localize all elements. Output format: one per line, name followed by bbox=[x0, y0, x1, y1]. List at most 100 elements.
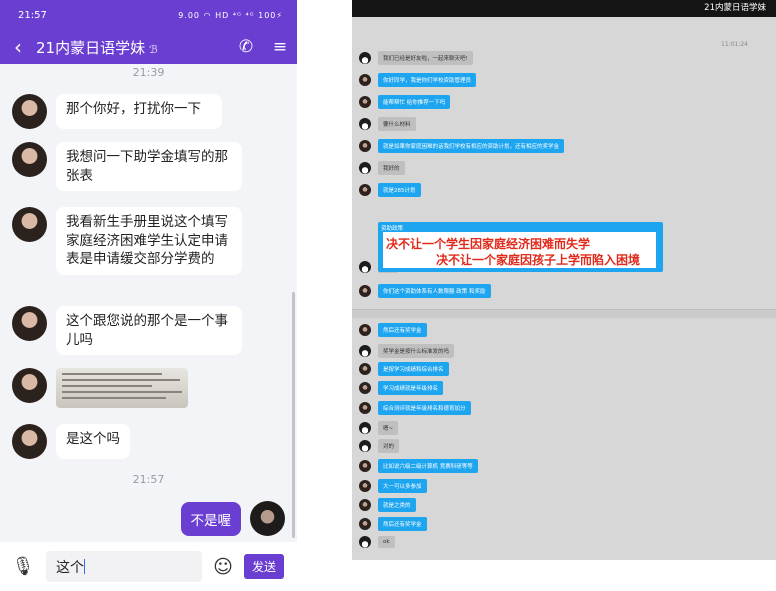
message-bubble[interactable]: 是这个吗 bbox=[56, 424, 130, 459]
contact-avatar-icon bbox=[359, 140, 371, 152]
contact-avatar-icon bbox=[359, 285, 371, 297]
contact-avatar-icon bbox=[359, 324, 371, 336]
message-bubble[interactable]: 这个跟您说的那个是一个事儿吗 bbox=[56, 306, 242, 355]
policy-message[interactable]: 资助政策 决不让一个学生因家庭经济困难而失学 决不让一个家庭因孩子上学而陷入困境 bbox=[378, 222, 663, 272]
qq-message-row: 你们这个资助体系有人数限额 政策 和奖励 bbox=[359, 284, 491, 298]
penguin-avatar-icon bbox=[359, 422, 371, 434]
qq-message-bubble[interactable]: 就是285计划 bbox=[378, 183, 421, 197]
qq-message-bubble[interactable]: 对的 bbox=[378, 439, 400, 453]
qq-message-row: ok bbox=[359, 536, 395, 548]
qq-message-bubble[interactable]: 我好的 bbox=[378, 161, 405, 175]
policy-line-1: 决不让一个学生因家庭经济困难而失学 bbox=[386, 237, 591, 251]
qq-message-row: 对的 bbox=[359, 439, 400, 453]
message-row: 那个你好，打扰你一下 bbox=[12, 94, 222, 129]
image-message[interactable] bbox=[56, 368, 188, 408]
phone-chat-screen: 21:57 9.00 ◠ HD ⁴ᴳ ⁴ᴳ 100⚡ ‹ 21内蒙日语学妹 ℬ ✆… bbox=[0, 0, 297, 591]
qq-message-row: 综合测评就是年级排名和德育加分 bbox=[359, 401, 471, 415]
status-time: 21:57 bbox=[18, 9, 47, 21]
qq-message-bubble[interactable]: 就是如果你家庭困难的话我们学校有相应的资助计划，还有相应的奖学金 bbox=[378, 139, 565, 153]
qq-message-bubble[interactable]: 要什么材料 bbox=[378, 117, 416, 131]
message-row: 是这个吗 bbox=[12, 424, 130, 459]
text-caret bbox=[84, 559, 85, 574]
screenshot-seam bbox=[352, 309, 776, 318]
qq-message-bubble[interactable]: 奖学金是按什么标准发的吗 bbox=[378, 344, 455, 358]
qq-message-row: 嗯~ bbox=[359, 421, 399, 435]
qq-chat-screenshot: 21内蒙日语学妹 11:01:24 我们已经是好友啦，一起来聊天吧! 你好同学，我… bbox=[352, 0, 776, 560]
contact-avatar-icon bbox=[359, 460, 371, 472]
qq-message-row: 你好同学，我是你们学校资助管理员 bbox=[359, 73, 477, 87]
qq-message-bubble[interactable]: 我们已经是好友啦，一起来聊天吧! bbox=[378, 51, 473, 65]
penguin-avatar-icon bbox=[359, 261, 371, 273]
qq-message-bubble[interactable]: 嗯~ bbox=[378, 421, 399, 435]
time-divider: 21:57 bbox=[132, 473, 165, 486]
screenshot-stage: 21:57 9.00 ◠ HD ⁴ᴳ ⁴ᴳ 100⚡ ‹ 21内蒙日语学妹 ℬ ✆… bbox=[0, 0, 776, 591]
phone-call-icon[interactable]: ✆ bbox=[229, 37, 263, 57]
contact-avatar[interactable] bbox=[12, 368, 47, 403]
message-row: 我看新生手册里说这个填写家庭经济困难学生认定申请表是申请缓交部分学费的 bbox=[12, 207, 242, 275]
contact-avatar[interactable] bbox=[12, 207, 47, 242]
qq-message-bubble[interactable]: 综合测评就是年级排名和德育加分 bbox=[378, 401, 471, 415]
qq-message-bubble[interactable]: 你好同学，我是你们学校资助管理员 bbox=[378, 73, 477, 87]
contact-avatar-icon bbox=[359, 518, 371, 530]
send-button[interactable]: 发送 bbox=[244, 554, 285, 579]
penguin-avatar-icon bbox=[359, 52, 371, 64]
qq-message-bubble[interactable]: 你们这个资助体系有人数限额 政策 和奖励 bbox=[378, 284, 491, 298]
status-bar: 21:57 9.00 ◠ HD ⁴ᴳ ⁴ᴳ 100⚡ bbox=[0, 0, 297, 30]
my-avatar[interactable] bbox=[250, 501, 285, 536]
penguin-avatar-icon bbox=[359, 536, 371, 548]
emoji-icon[interactable]: ☺ bbox=[202, 556, 244, 578]
qq-title-bar: 21内蒙日语学妹 bbox=[352, 0, 776, 17]
qq-message-row: 学习成绩就是年级排名 bbox=[359, 381, 444, 395]
time-divider: 21:39 bbox=[132, 66, 165, 79]
message-bubble[interactable]: 我想问一下助学金填写的那张表 bbox=[56, 142, 242, 191]
qq-message-row: 我们已经是好友啦，一起来聊天吧! bbox=[359, 51, 473, 65]
contact-avatar-icon bbox=[359, 480, 371, 492]
contact-avatar-icon bbox=[359, 184, 371, 196]
contact-avatar[interactable] bbox=[12, 306, 47, 341]
microphone-icon[interactable]: 🎙 bbox=[0, 556, 46, 577]
penguin-avatar-icon bbox=[359, 118, 371, 130]
contact-avatar[interactable] bbox=[12, 94, 47, 129]
contact-avatar[interactable] bbox=[12, 424, 47, 459]
qq-message-bubble[interactable]: ok bbox=[378, 536, 395, 548]
qq-message-bubble[interactable]: 然后还有奖学金 bbox=[378, 517, 427, 531]
qq-message-row: 然后还有奖学金 bbox=[359, 517, 427, 531]
back-icon[interactable]: ‹ bbox=[0, 30, 36, 64]
penguin-avatar-icon bbox=[359, 345, 371, 357]
qq-message-bubble[interactable]: 是按学习成绩和综合排名 bbox=[378, 362, 449, 376]
message-list[interactable]: 21:39 那个你好，打扰你一下 我想问一下助学金填写的那张表 我看新生手册里说… bbox=[0, 64, 297, 542]
scrollbar[interactable] bbox=[292, 292, 295, 538]
outgoing-bubble[interactable]: 不是喔 bbox=[180, 501, 241, 536]
message-row bbox=[12, 368, 188, 408]
chat-title-text: 21内蒙日语学妹 bbox=[36, 38, 146, 57]
qq-message-row: 我好的 bbox=[359, 161, 405, 175]
outgoing-message-row: 不是喔 bbox=[180, 501, 285, 536]
qq-message-row: 就是285计划 bbox=[359, 183, 421, 197]
qq-timestamp: 11:01:24 bbox=[721, 41, 748, 48]
message-bubble[interactable]: 那个你好，打扰你一下 bbox=[56, 94, 222, 129]
message-row: 我想问一下助学金填写的那张表 bbox=[12, 142, 242, 191]
qq-message-area[interactable]: 11:01:24 我们已经是好友啦，一起来聊天吧! 你好同学，我是你们学校资助管理… bbox=[352, 17, 776, 560]
message-input-value: 这个 bbox=[56, 560, 84, 576]
qq-message-row: 要什么材料 bbox=[359, 117, 416, 131]
message-bubble[interactable]: 我看新生手册里说这个填写家庭经济困难学生认定申请表是申请缓交部分学费的 bbox=[56, 207, 242, 275]
ear-mode-icon: ℬ bbox=[149, 42, 158, 56]
contact-avatar-icon bbox=[359, 363, 371, 375]
message-input[interactable]: 这个 bbox=[46, 551, 202, 582]
contact-avatar-icon bbox=[359, 382, 371, 394]
status-icons: 9.00 ◠ HD ⁴ᴳ ⁴ᴳ 100⚡ bbox=[178, 10, 283, 20]
qq-message-bubble[interactable]: 就是之类的 bbox=[378, 498, 416, 512]
contact-avatar-icon bbox=[359, 402, 371, 414]
contact-avatar-icon bbox=[359, 74, 371, 86]
qq-message-row: 然后还有奖学金 bbox=[359, 323, 427, 337]
menu-icon[interactable]: ≡ bbox=[263, 37, 297, 57]
contact-avatar[interactable] bbox=[12, 142, 47, 177]
qq-message-row: 比如说六级二级计算机 竞赛科研等等 bbox=[359, 459, 478, 473]
qq-message-bubble[interactable]: 大一可以多参加 bbox=[378, 479, 427, 493]
chat-title-bar: ‹ 21内蒙日语学妹 ℬ ✆ ≡ bbox=[0, 30, 297, 64]
qq-message-bubble[interactable]: 比如说六级二级计算机 竞赛科研等等 bbox=[378, 459, 478, 473]
qq-message-bubble[interactable]: 能帮帮忙 给你推荐一下吗 bbox=[378, 95, 451, 109]
input-bar: 🎙 这个 ☺ 发送 bbox=[0, 542, 297, 591]
qq-message-bubble[interactable]: 学习成绩就是年级排名 bbox=[378, 381, 444, 395]
qq-message-bubble[interactable]: 然后还有奖学金 bbox=[378, 323, 427, 337]
